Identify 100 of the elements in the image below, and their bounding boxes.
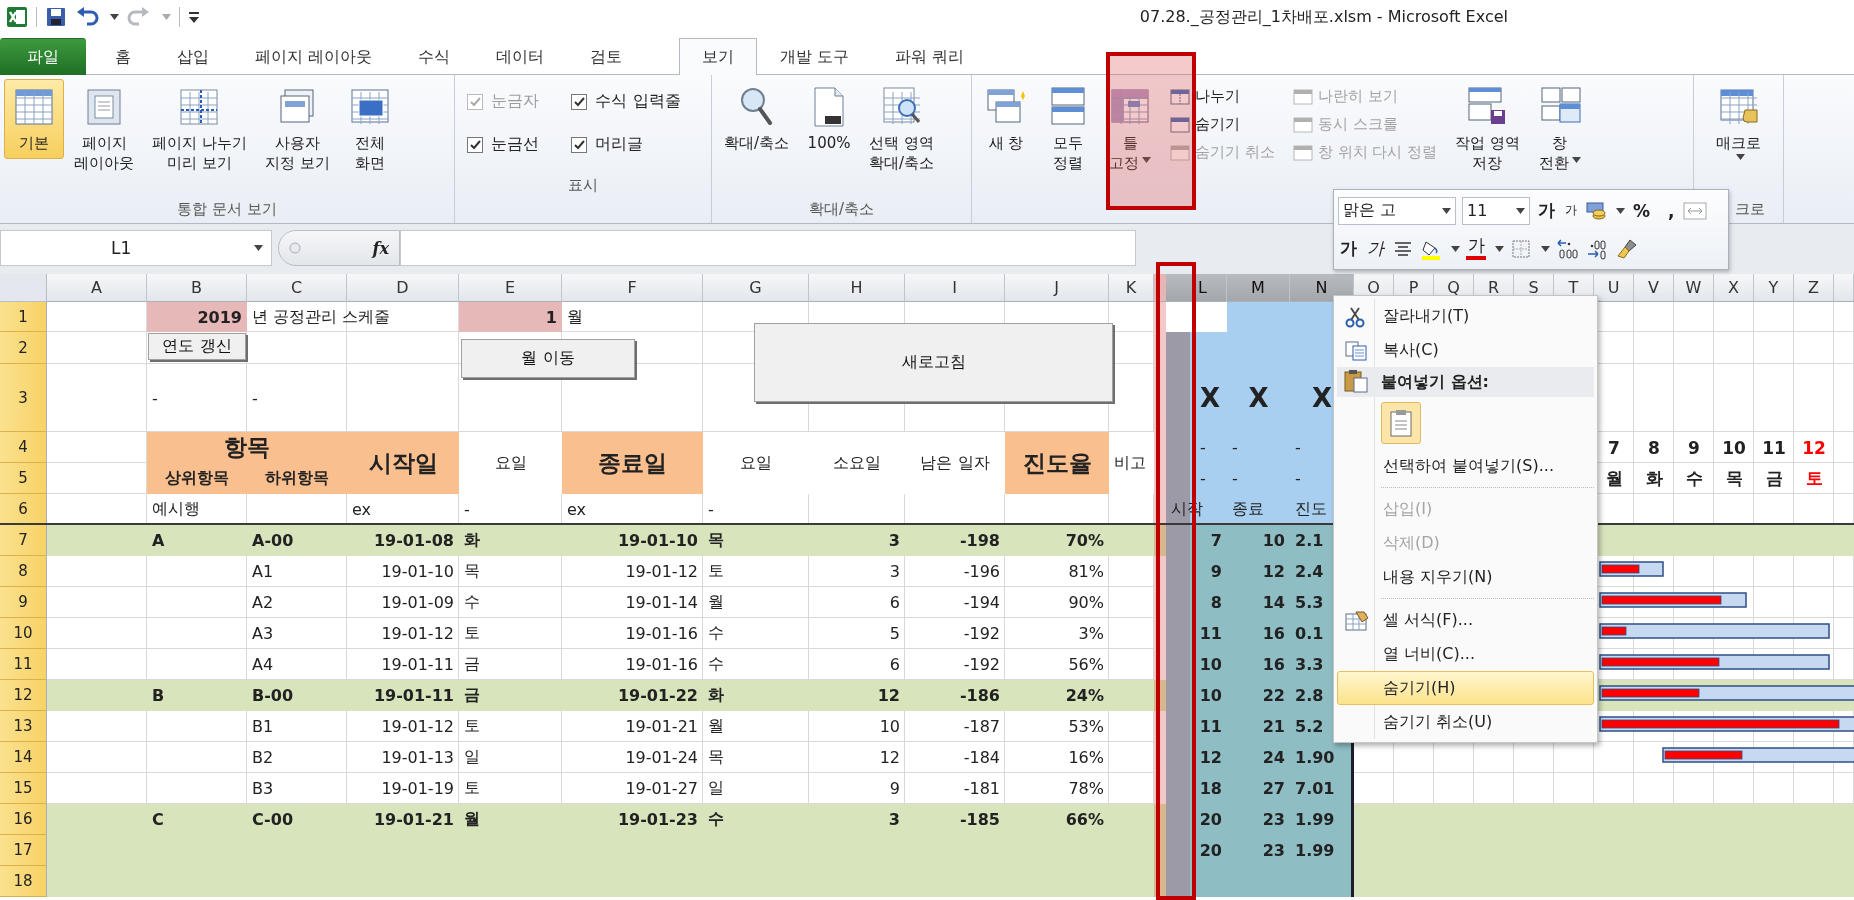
update-year-button[interactable]: 연도 갱신 [148, 333, 246, 360]
font-field[interactable]: 맑은 고 [1338, 196, 1456, 225]
column-header[interactable]: A [47, 274, 147, 302]
ribbon-button[interactable]: 숨기기 [1170, 115, 1275, 134]
column-header[interactable]: M [1227, 274, 1290, 302]
column-header[interactable]: W [1674, 274, 1714, 302]
ribbon-button[interactable]: 창 전환 [1529, 79, 1590, 178]
ribbon-tab[interactable]: 검토 [567, 38, 646, 75]
column-header[interactable]: C [247, 274, 347, 302]
spreadsheet-logo-icon[interactable] [6, 6, 28, 28]
row-header[interactable]: 11 [0, 649, 47, 680]
ribbon-tab[interactable]: 수식 [395, 38, 474, 75]
menu-item[interactable]: 내용 지우기(N) [1337, 560, 1594, 594]
checkbox[interactable]: 눈금선 [467, 134, 558, 155]
ribbon-button[interactable]: 나누기 [1170, 87, 1275, 106]
row-header[interactable]: 6 [0, 494, 47, 525]
row-header[interactable]: 2 [0, 332, 47, 364]
font-size-field[interactable]: 11 [1462, 196, 1530, 225]
ribbon-button[interactable]: 전체 화면 [339, 79, 400, 178]
insert-function-button[interactable]: fx [372, 238, 389, 258]
ribbon-button[interactable]: 페이지 레이아웃 [66, 79, 142, 178]
shrink-font-button[interactable]: 가 [1563, 202, 1579, 219]
decimal-increase-icon[interactable] [1556, 237, 1580, 260]
row-header[interactable]: 7 [0, 525, 47, 556]
ribbon-button[interactable]: 선택 영역 확대/축소 [861, 79, 943, 178]
menu-item[interactable]: 잘라내기(T) [1337, 299, 1594, 333]
ribbon-tab[interactable]: 데이터 [473, 38, 568, 75]
formula-field[interactable] [400, 230, 1136, 266]
column-header[interactable]: U [1594, 274, 1634, 302]
row-header[interactable]: 1 [0, 302, 47, 332]
column-header[interactable]: H [809, 274, 905, 302]
refresh-button[interactable]: 새로고침 [754, 323, 1113, 402]
ribbon-button[interactable]: 매크로 [1708, 79, 1769, 165]
comma-button[interactable]: , [1666, 200, 1677, 221]
column-header[interactable]: G [703, 274, 809, 302]
checkbox[interactable]: 머리글 [571, 134, 699, 155]
ribbon-button[interactable]: 100% [799, 79, 860, 159]
ribbon-button[interactable]: 페이지 나누기 미리 보기 [144, 79, 255, 178]
column-header[interactable]: N [1290, 274, 1354, 302]
row-header[interactable]: 8 [0, 556, 47, 587]
column-header[interactable]: Z [1794, 274, 1834, 302]
row-header[interactable]: 3 [0, 364, 47, 432]
ribbon-tab[interactable]: 파워 쿼리 [872, 38, 988, 75]
menu-item[interactable]: 숨기기 취소(U) [1337, 705, 1594, 739]
column-header[interactable]: L [1166, 274, 1227, 302]
row-header[interactable]: 16 [0, 804, 47, 835]
table-cell-text: -196 [962, 561, 1001, 583]
menu-item[interactable]: 숨기기(H) [1337, 671, 1594, 705]
paste-button[interactable] [1381, 402, 1421, 444]
menu-item[interactable]: 열 너비(C)... [1337, 637, 1594, 671]
column-header[interactable]: Y [1754, 274, 1794, 302]
column-header[interactable]: E [459, 274, 562, 302]
column-header[interactable]: D [347, 274, 459, 302]
ribbon-button[interactable]: 작업 영역 저장 [1447, 79, 1528, 178]
grow-font-button[interactable]: 가 [1536, 199, 1557, 222]
customize-icon[interactable] [188, 10, 200, 24]
row-header[interactable]: 9 [0, 587, 47, 618]
bold-button[interactable]: 가 [1338, 237, 1359, 260]
row-header[interactable]: 12 [0, 680, 47, 711]
column-header[interactable]: K [1109, 274, 1154, 302]
ribbon-button[interactable]: 확대/축소 [716, 79, 798, 159]
ribbon-tab[interactable]: 삽입 [154, 38, 232, 75]
ribbon-button[interactable]: 틀 고정 [1100, 79, 1160, 178]
menu-item[interactable]: 셀 서식(F)... [1337, 603, 1594, 637]
percent-button[interactable]: % [1631, 200, 1653, 221]
ribbon-button[interactable]: 새 창 [976, 79, 1036, 159]
ribbon-tab[interactable]: 보기 [679, 38, 758, 75]
column-header[interactable]: X [1714, 274, 1754, 302]
name-box[interactable]: L1 [0, 230, 272, 266]
ribbon-tab[interactable]: 홈 [92, 38, 154, 75]
row-header[interactable]: 4 [0, 432, 47, 463]
row-header[interactable]: 18 [0, 866, 47, 897]
ribbon-button[interactable]: 모두 정렬 [1038, 79, 1098, 178]
ribbon-tab[interactable]: 페이지 레이아웃 [232, 38, 396, 75]
undo-icon[interactable] [75, 6, 99, 28]
italic-button[interactable]: 가 [1365, 237, 1386, 260]
checkbox[interactable]: 수식 입력줄 [571, 91, 699, 112]
menu-item[interactable]: 선택하여 붙여넣기(S)... [1337, 449, 1594, 483]
caret-icon [1142, 157, 1151, 163]
menu-item[interactable]: 복사(C) [1337, 333, 1594, 367]
ribbon-button[interactable]: 사용자 지정 보기 [256, 79, 338, 178]
row-header[interactable]: 10 [0, 618, 47, 649]
column-header[interactable]: F [562, 274, 703, 302]
font-color-button[interactable]: 가 [1466, 237, 1486, 260]
paintbrush-icon[interactable] [1616, 237, 1638, 260]
row-header[interactable]: 13 [0, 711, 47, 742]
ribbon-tab[interactable]: 개발 도구 [757, 38, 873, 75]
row-header[interactable]: 5 [0, 463, 47, 494]
column-header[interactable]: V [1634, 274, 1674, 302]
ribbon-button[interactable]: 기본 [4, 79, 64, 159]
save-icon[interactable] [45, 6, 67, 28]
coins-icon[interactable] [1585, 199, 1607, 222]
move-month-button[interactable]: 월 이동 [461, 339, 635, 378]
column-header[interactable]: B [147, 274, 247, 302]
column-header[interactable]: I [905, 274, 1005, 302]
ribbon-tab[interactable]: 파일 [0, 38, 86, 75]
row-header[interactable]: 15 [0, 773, 47, 804]
row-header[interactable]: 14 [0, 742, 47, 773]
row-header[interactable]: 17 [0, 835, 47, 866]
column-header[interactable]: J [1005, 274, 1109, 302]
